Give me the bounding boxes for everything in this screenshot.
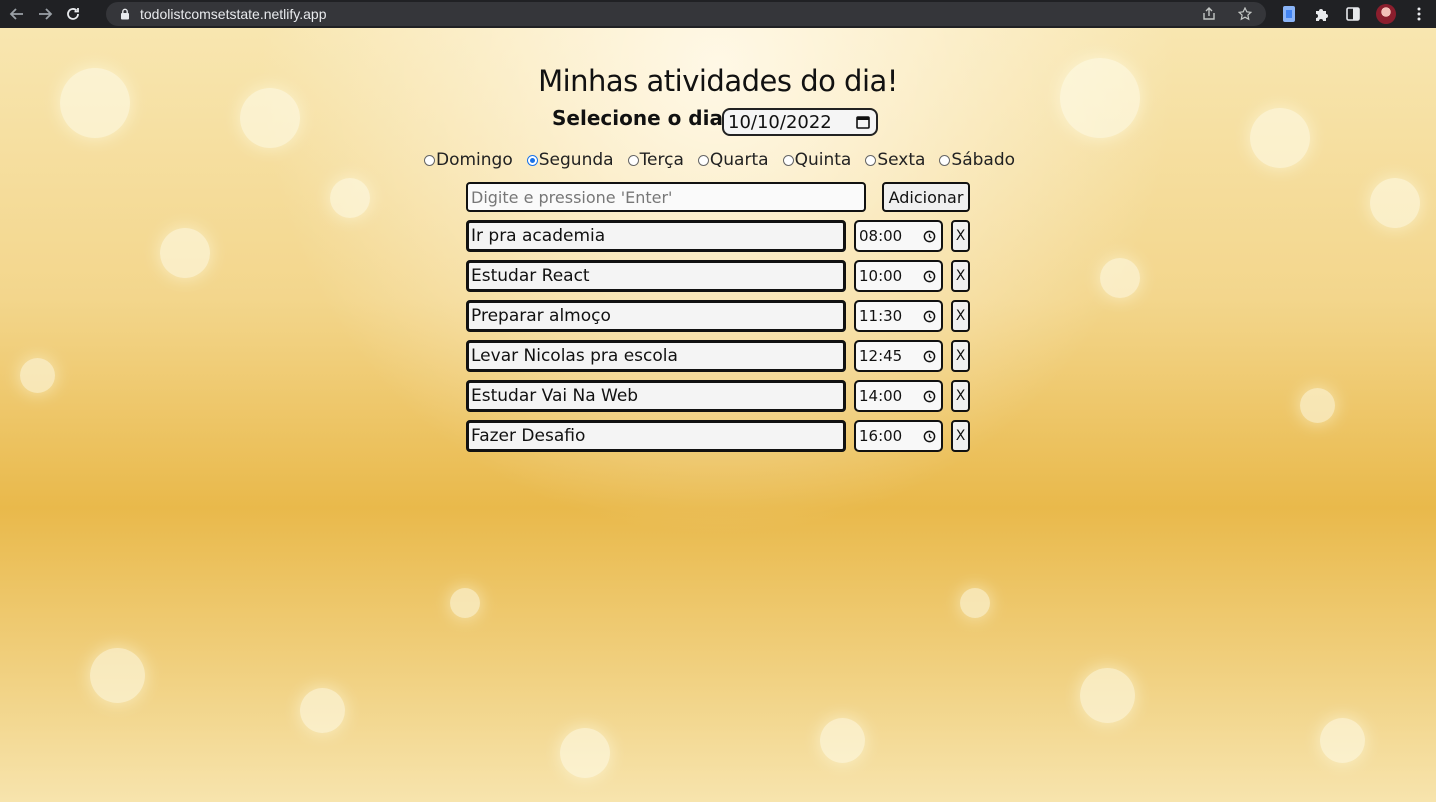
weekday-radio-group: Domingo Segunda Terça Quarta Quinta Sext… [424,150,1029,170]
task-time-input[interactable]: 08:00 [854,220,943,252]
calendar-icon[interactable] [856,115,870,129]
profile-avatar[interactable] [1376,4,1396,24]
radio-quinta[interactable] [782,154,794,166]
task-text-input[interactable]: Estudar React [466,260,846,292]
delete-task-button[interactable]: X [951,220,970,252]
delete-task-button[interactable]: X [951,340,970,372]
delete-task-button[interactable]: X [951,420,970,452]
day-option-quarta[interactable]: Quarta [697,150,769,170]
task-time-input[interactable]: 12:45 [854,340,943,372]
reload-icon[interactable] [62,3,84,25]
add-button[interactable]: Adicionar [882,182,970,212]
day-option-segunda[interactable]: Segunda [526,150,614,170]
day-option-domingo[interactable]: Domingo [424,150,513,170]
day-option-sabado[interactable]: Sábado [939,150,1015,170]
delete-task-button[interactable]: X [951,380,970,412]
radio-terca[interactable] [627,154,639,166]
radio-sabado[interactable] [939,154,951,166]
date-value: 10/10/2022 [728,111,832,133]
task-text-input[interactable]: Ir pra academia [466,220,846,252]
task-time-input[interactable]: 16:00 [854,420,943,452]
clock-icon[interactable] [923,310,936,323]
clock-icon[interactable] [923,350,936,363]
page-title: Minhas atividades do dia! [538,64,898,98]
clock-icon[interactable] [923,270,936,283]
forward-arrow-icon[interactable] [34,3,56,25]
share-icon[interactable] [1200,5,1218,23]
url-text: todolistcomsetstate.netlify.app [140,6,327,22]
side-panel-icon[interactable] [1344,5,1362,23]
task-text-input[interactable]: Fazer Desafio [466,420,846,452]
todo-app: Minhas atividades do dia! Selecione o di… [0,28,1436,802]
date-input[interactable]: 10/10/2022 [722,108,878,136]
clock-icon[interactable] [923,390,936,403]
lock-icon [118,7,132,21]
new-task-placeholder: Digite e pressione 'Enter' [471,187,673,207]
task-text-input[interactable]: Levar Nicolas pra escola [466,340,846,372]
bookmark-star-icon[interactable] [1236,5,1254,23]
back-arrow-icon[interactable] [6,3,28,25]
radio-quarta[interactable] [697,154,709,166]
radio-segunda[interactable] [526,154,538,166]
radio-domingo[interactable] [424,154,435,166]
date-selector: Selecione o dia: [552,106,731,130]
task-text-input[interactable]: Estudar Vai Na Web [466,380,846,412]
clock-icon[interactable] [923,430,936,443]
task-text-input[interactable]: Preparar almoço [466,300,846,332]
extensions-puzzle-icon[interactable] [1312,5,1330,23]
clock-icon[interactable] [923,230,936,243]
new-task-input[interactable]: Digite e pressione 'Enter' [466,182,866,212]
task-time-input[interactable]: 11:30 [854,300,943,332]
radio-sexta[interactable] [865,154,877,166]
extension-doc-icon[interactable] [1280,5,1298,23]
browser-toolbar: todolistcomsetstate.netlify.app [0,0,1436,28]
day-option-quinta[interactable]: Quinta [782,150,851,170]
address-bar[interactable]: todolistcomsetstate.netlify.app [106,2,1266,26]
day-option-sexta[interactable]: Sexta [865,150,925,170]
more-menu-icon[interactable] [1410,5,1428,23]
date-label: Selecione o dia: [552,106,731,130]
task-time-input[interactable]: 14:00 [854,380,943,412]
task-time-input[interactable]: 10:00 [854,260,943,292]
delete-task-button[interactable]: X [951,300,970,332]
delete-task-button[interactable]: X [951,260,970,292]
day-option-terca[interactable]: Terça [627,150,684,170]
